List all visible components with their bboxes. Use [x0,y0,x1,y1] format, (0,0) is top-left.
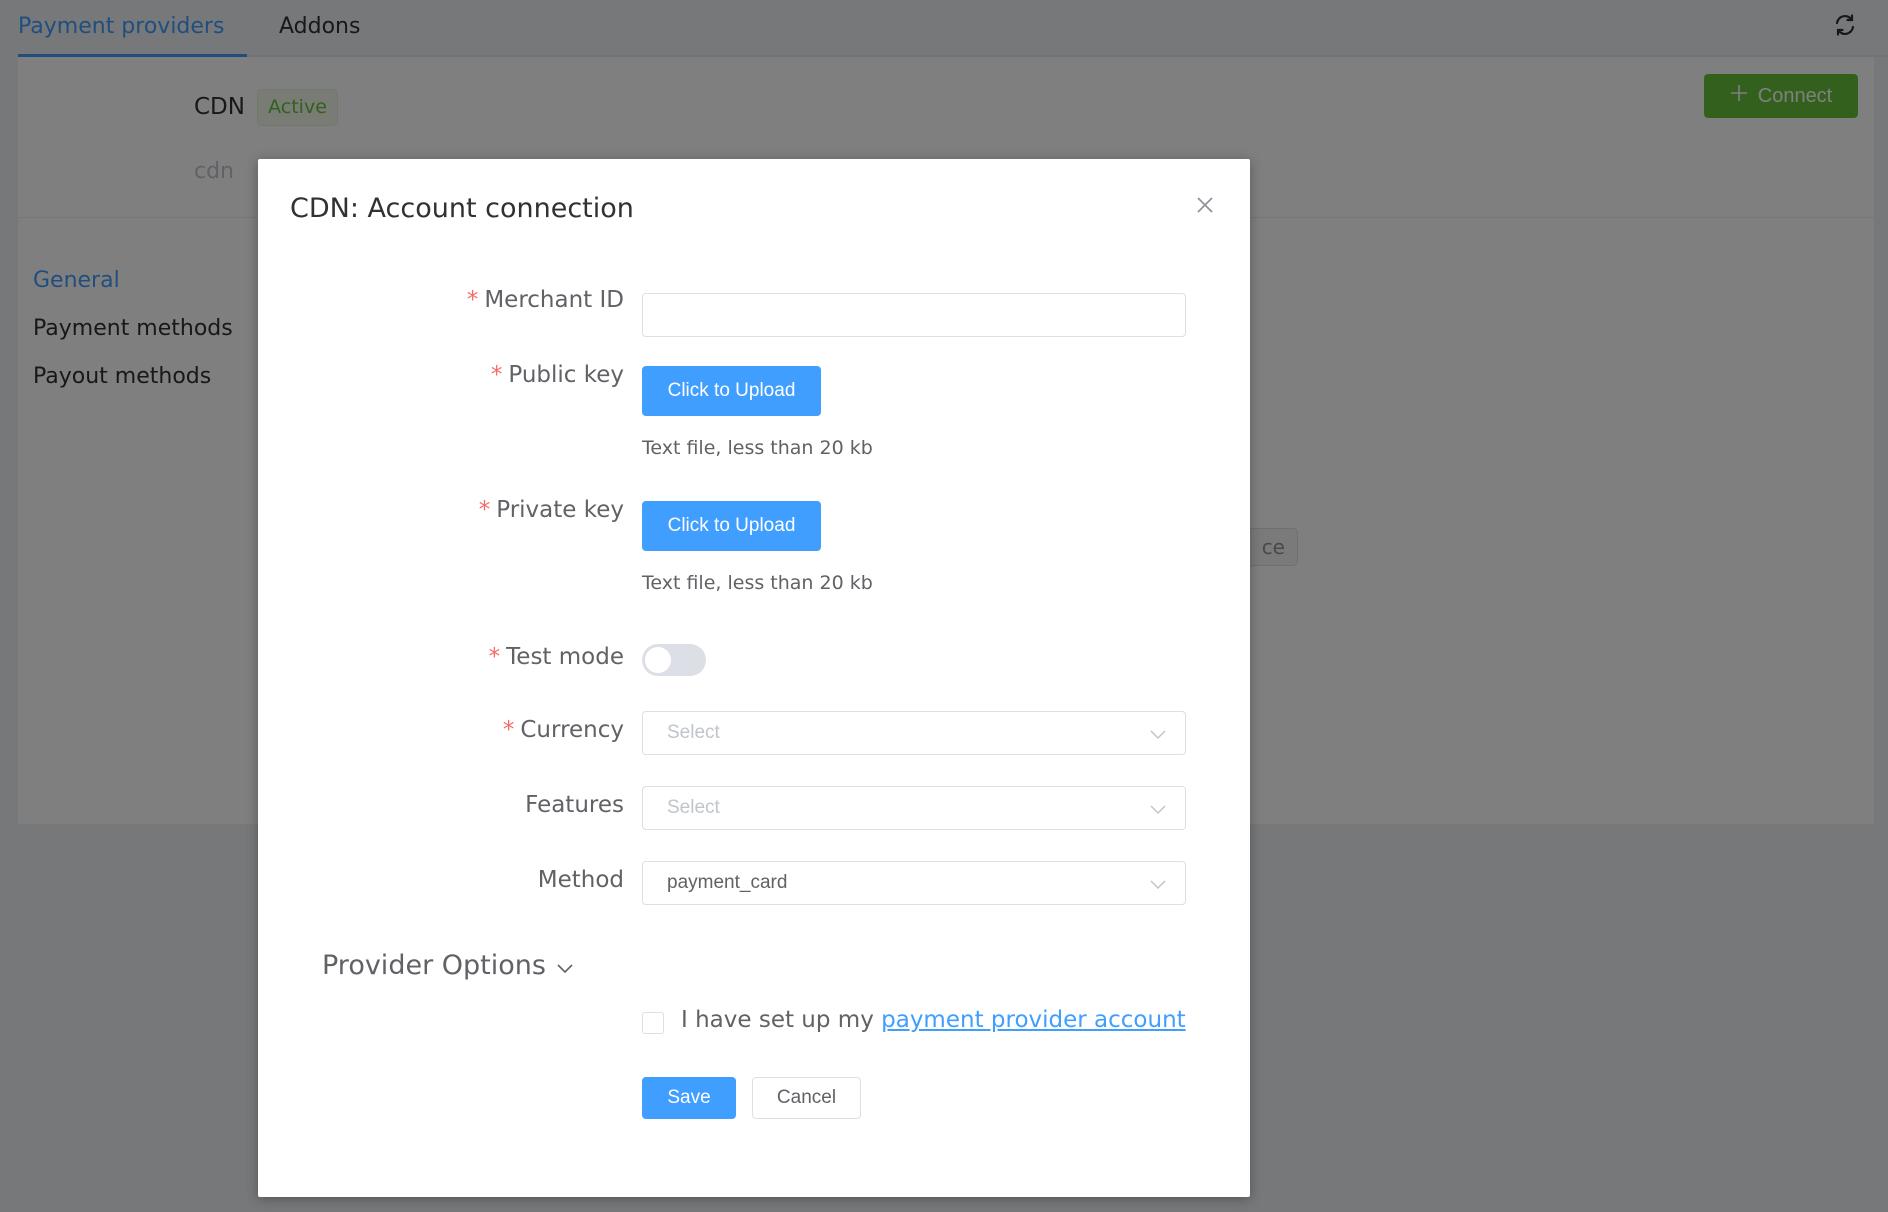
private-key-hint: Text file, less than 20 kb [642,572,873,594]
test-mode-toggle[interactable] [642,644,706,676]
close-icon[interactable] [1195,195,1215,215]
required-asterisk: * [490,362,503,388]
private-key-upload-button[interactable]: Click to Upload [642,501,821,551]
required-asterisk: * [502,717,515,743]
provider-options-toggle[interactable]: Provider Options [322,950,574,981]
agreement-text: I have set up my payment provider accoun… [681,1007,1186,1033]
merchant-id-label: * Merchant ID [466,287,624,313]
dialog-title: CDN: Account connection [290,193,634,224]
test-mode-label: * Test mode [488,644,624,670]
agreement-checkbox[interactable] [642,1012,664,1034]
chevron-down-icon [1149,876,1167,890]
provider-options-label: Provider Options [322,950,546,981]
account-connection-dialog: CDN: Account connection * Merchant ID * Pu… [258,159,1250,1197]
required-asterisk: * [488,644,501,670]
chevron-down-icon [556,950,574,981]
public-key-upload-button[interactable]: Click to Upload [642,366,821,416]
payment-provider-account-link[interactable]: payment provider account [881,1007,1186,1033]
public-key-hint: Text file, less than 20 kb [642,437,873,459]
cancel-button[interactable]: Cancel [752,1077,861,1119]
private-key-label: * Private key [478,497,624,523]
method-select[interactable]: payment_card [642,861,1186,905]
chevron-down-icon [1149,801,1167,815]
public-key-label: * Public key [490,362,624,388]
method-value: payment_card [667,872,788,893]
currency-select[interactable]: Select [642,711,1186,755]
required-asterisk: * [478,497,491,523]
merchant-id-input[interactable] [642,293,1186,337]
features-placeholder: Select [667,797,720,818]
features-label: Features [525,792,624,818]
save-button[interactable]: Save [642,1077,736,1119]
required-asterisk: * [466,287,479,313]
toggle-knob [645,647,671,673]
chevron-down-icon [1149,726,1167,740]
currency-label: * Currency [502,717,624,743]
currency-placeholder: Select [667,722,720,743]
method-label: Method [537,867,624,893]
features-select[interactable]: Select [642,786,1186,830]
